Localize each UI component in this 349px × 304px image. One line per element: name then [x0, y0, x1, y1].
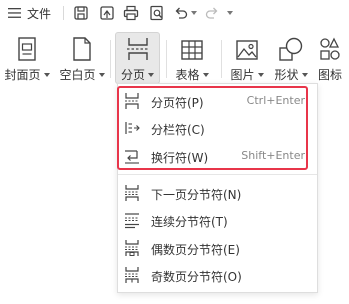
- shape-label: 形状: [274, 68, 299, 82]
- chevron-down-icon: [257, 72, 264, 77]
- pagebreak-button[interactable]: 分页: [116, 34, 159, 83]
- menu-item-label: 下一页分节符(N): [151, 188, 242, 202]
- print-icon[interactable]: [122, 4, 140, 22]
- table-label: 表格: [175, 68, 200, 82]
- blank-page-icon: [71, 34, 93, 62]
- icon-library-button[interactable]: 图标: [318, 34, 349, 83]
- chevron-down-icon: [301, 72, 308, 77]
- file-menu-button[interactable]: 文件: [8, 4, 51, 22]
- export-icon[interactable]: [98, 4, 116, 22]
- app-window: 文件 封面页 空白页 分页 表格 图片 形状 图标 分页符(P) Ctrl+En…: [0, 0, 349, 304]
- blank-page-button[interactable]: 空白页: [59, 34, 105, 83]
- menu-item-even-page-section-break[interactable]: 偶数页分节符(E): [118, 236, 316, 260]
- menu-item-label: 连续分节符(T): [151, 215, 228, 229]
- print-preview-icon[interactable]: [148, 4, 166, 22]
- file-menu-label: 文件: [27, 6, 52, 21]
- cover-page-icon: [16, 34, 38, 62]
- ribbon-divider: [221, 40, 222, 78]
- even-page-section-break-icon: [125, 240, 139, 256]
- more-icon[interactable]: [223, 4, 235, 22]
- odd-page-section-break-icon: [125, 267, 139, 283]
- picture-label: 图片: [230, 68, 255, 82]
- icon-library-icon: [318, 34, 344, 62]
- blank-page-label: 空白页: [59, 68, 96, 82]
- ribbon-divider: [110, 40, 111, 78]
- quick-bar-divider: [63, 6, 64, 20]
- chevron-down-icon: [43, 72, 50, 77]
- pagebreak-label: 分页: [120, 68, 145, 82]
- menu-divider: [118, 174, 317, 175]
- menu-item-next-page-section-break[interactable]: 下一页分节符(N): [118, 181, 316, 205]
- redo-icon[interactable]: [203, 4, 221, 22]
- shape-icon: [278, 34, 304, 62]
- table-icon: [180, 34, 204, 62]
- next-page-section-break-icon: [125, 185, 139, 201]
- save-icon[interactable]: [72, 4, 90, 22]
- undo-dropdown-icon[interactable]: [188, 4, 198, 22]
- picture-button[interactable]: 图片: [228, 34, 266, 83]
- chevron-down-icon: [202, 72, 209, 77]
- chevron-down-icon: [148, 72, 154, 77]
- menu-item-odd-page-section-break[interactable]: 奇数页分节符(O): [118, 263, 316, 287]
- ribbon-divider: [166, 40, 167, 78]
- cover-page-button[interactable]: 封面页: [4, 34, 50, 83]
- continuous-section-break-icon: [125, 213, 139, 229]
- hamburger-icon: [8, 8, 21, 18]
- quick-access-bar: 文件: [0, 0, 349, 26]
- shape-button[interactable]: 形状: [272, 34, 310, 83]
- highlight-box: [117, 86, 308, 170]
- cover-page-label: 封面页: [4, 68, 41, 82]
- menu-item-label: 奇数页分节符(O): [151, 270, 242, 284]
- page-break-icon: [125, 34, 151, 62]
- picture-icon: [235, 34, 259, 62]
- chevron-down-icon: [98, 72, 105, 77]
- table-button[interactable]: 表格: [173, 34, 211, 83]
- menu-item-continuous-section-break[interactable]: 连续分节符(T): [118, 208, 316, 232]
- menu-item-label: 偶数页分节符(E): [151, 243, 240, 257]
- icon-library-label: 图标: [318, 68, 343, 82]
